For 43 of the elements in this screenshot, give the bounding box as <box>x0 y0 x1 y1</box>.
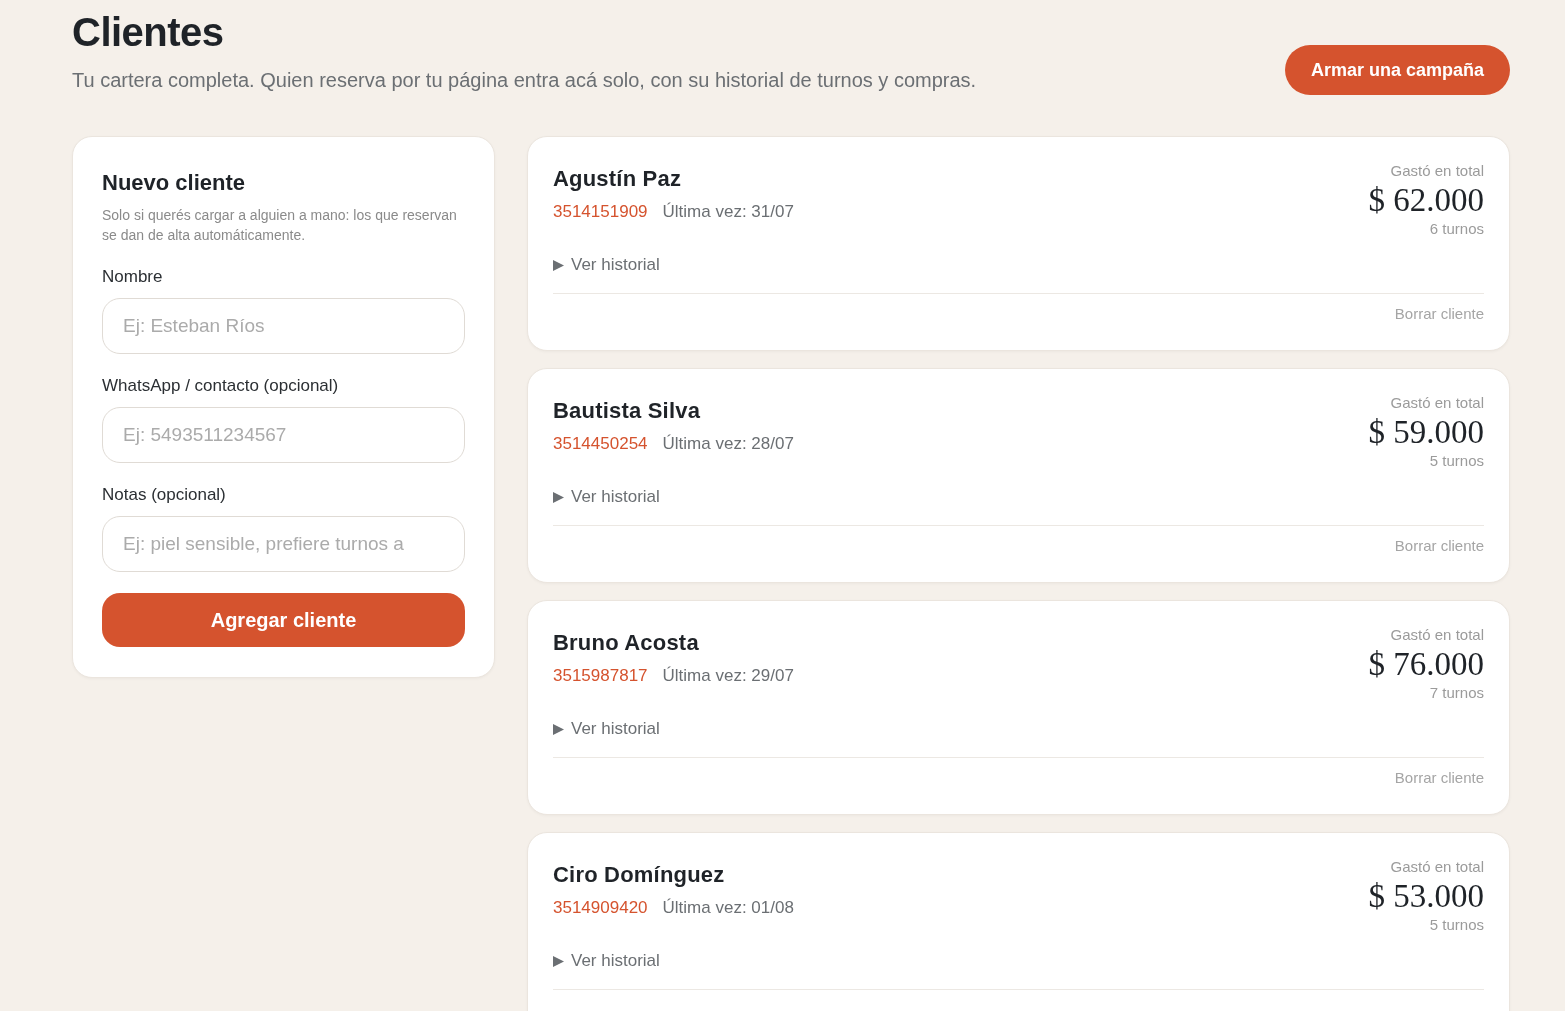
client-name: Bautista Silva <box>553 397 702 425</box>
delete-client-link[interactable]: Borrar cliente <box>1394 536 1484 556</box>
page-title: Clientes <box>72 9 225 56</box>
total-amount: $ 53.000 <box>1368 877 1484 915</box>
add-client-button[interactable]: Agregar cliente <box>102 593 465 647</box>
total-amount: $ 76.000 <box>1368 645 1484 683</box>
phone-link[interactable]: 3514450254 <box>553 432 648 456</box>
appointments-count: 7 turnos <box>1429 683 1484 703</box>
phone-link[interactable]: 3514909420 <box>553 896 648 920</box>
total-amount: $ 59.000 <box>1368 413 1484 451</box>
history-toggle[interactable]: Ver historial <box>553 949 660 973</box>
phone-link[interactable]: 3515987817 <box>553 664 648 688</box>
total-label: Gastó en total <box>1390 625 1484 645</box>
input-field[interactable]: Ej: piel sensible, prefiere turnos a <box>102 516 465 572</box>
appointments-count: 5 turnos <box>1429 915 1484 935</box>
field-label: Nombre <box>102 266 164 288</box>
field-label: WhatsApp / contacto (opcional) <box>102 375 340 397</box>
total-label: Gastó en total <box>1390 161 1484 181</box>
client-name: Agustín Paz <box>553 165 683 193</box>
last-visit-text: Última vez: 01/08 <box>662 897 794 919</box>
history-toggle[interactable]: Ver historial <box>553 717 660 741</box>
page-subtitle: Tu cartera completa. Quien reserva por tu página entra acá solo, con su historial de turnos y compras. <box>72 68 977 93</box>
last-visit-text: Última vez: 31/07 <box>662 201 794 223</box>
delete-client-link[interactable]: Borrar cliente <box>1394 304 1484 324</box>
delete-client-link[interactable]: Borrar cliente <box>1394 768 1484 788</box>
input-field[interactable]: Ej: 5493511234567 <box>102 407 465 463</box>
field-label: Notas (opcional) <box>102 484 227 506</box>
total-label: Gastó en total <box>1390 857 1484 877</box>
total-label: Gastó en total <box>1390 393 1484 413</box>
form-title: Nuevo cliente <box>102 169 247 197</box>
client-name: Ciro Domínguez <box>553 861 726 889</box>
input-field[interactable]: Ej: Esteban Ríos <box>102 298 465 354</box>
form-description: Solo si querés cargar a alguien a mano: los que reservan se dan de alta automáticamente. <box>102 206 458 245</box>
last-visit-text: Última vez: 28/07 <box>662 433 794 455</box>
appointments-count: 5 turnos <box>1429 451 1484 471</box>
total-amount: $ 62.000 <box>1368 181 1484 219</box>
campaign-button[interactable]: Armar una campaña <box>1284 45 1510 95</box>
phone-link[interactable]: 3514151909 <box>553 200 648 224</box>
appointments-count: 6 turnos <box>1429 219 1484 239</box>
client-name: Bruno Acosta <box>553 629 700 657</box>
history-toggle[interactable]: Ver historial <box>553 485 660 509</box>
last-visit-text: Última vez: 29/07 <box>662 665 794 687</box>
history-toggle[interactable]: Ver historial <box>553 253 660 277</box>
